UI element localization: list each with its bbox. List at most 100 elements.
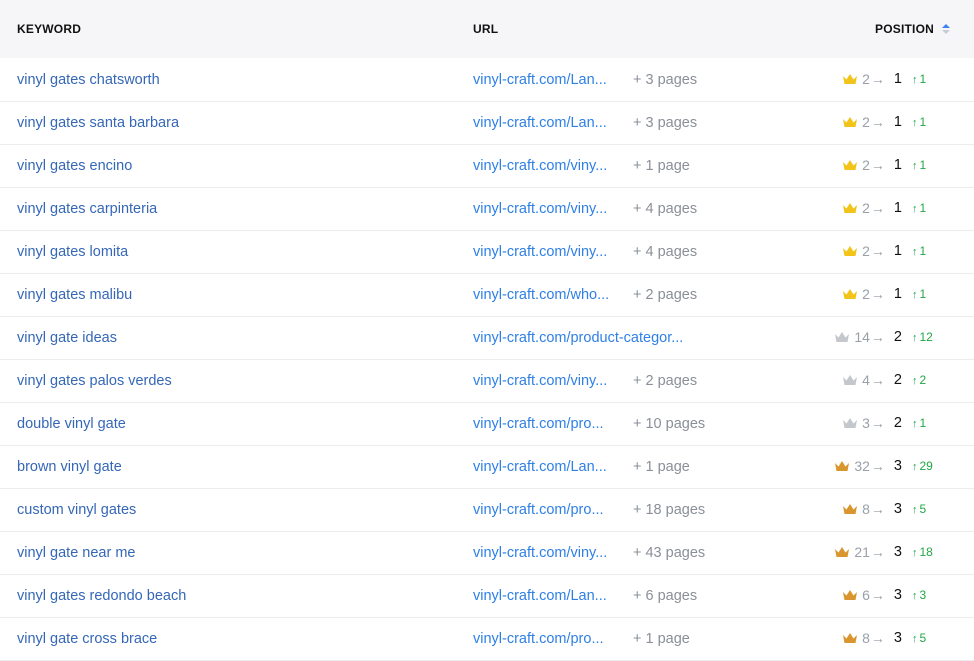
previous-position: 8 [862,630,870,646]
more-pages-link[interactable]: + 2 pages [633,287,697,303]
url-link[interactable]: vinyl-craft.com/Lan... [473,588,607,604]
position-cell: 3 → 2 ↑ 1 [842,415,938,431]
url-link[interactable]: vinyl-craft.com/viny... [473,545,607,561]
more-pages-link[interactable]: + 1 page [633,459,690,475]
arrow-up-icon: ↑ [912,418,918,430]
previous-position: 6 [862,587,870,603]
crown-icon [843,418,858,428]
arrow-right-icon: → [870,587,885,603]
table-row: vinyl gates chatsworth vinyl-craft.com/L… [0,59,974,102]
keyword-link[interactable]: vinyl gates carpinteria [17,201,157,217]
url-link[interactable]: vinyl-craft.com/viny... [473,158,607,174]
position-cell: 14 → 2 ↑ 12 [834,329,938,345]
position-cell: 8 → 3 ↑ 5 [842,630,938,646]
url-link[interactable]: vinyl-craft.com/pro... [473,631,604,647]
more-pages-link[interactable]: + 18 pages [633,502,705,518]
more-pages-link[interactable]: + 4 pages [633,244,697,260]
keyword-link[interactable]: vinyl gates chatsworth [17,72,160,88]
previous-position: 2 [862,286,870,302]
keyword-link[interactable]: vinyl gate cross brace [17,631,157,647]
arrow-right-icon: → [870,329,885,345]
position-change-value: 18 [919,545,933,559]
previous-position: 4 [862,372,870,388]
url-link[interactable]: vinyl-craft.com/Lan... [473,115,607,131]
position-change: ↑ 1 [912,72,938,86]
position-change: ↑ 29 [912,459,938,473]
arrow-right-icon: → [870,372,885,388]
more-pages-link[interactable]: + 3 pages [633,72,697,88]
position-change-value: 1 [919,287,927,301]
table-row: vinyl gate cross brace vinyl-craft.com/p… [0,618,974,661]
current-position: 2 [893,415,902,431]
current-position: 3 [893,458,902,474]
position-change-value: 2 [919,373,927,387]
current-position: 2 [893,372,902,388]
url-link[interactable]: vinyl-craft.com/who... [473,287,609,303]
previous-position: 2 [862,71,870,87]
position-change: ↑ 1 [912,158,938,172]
position-change: ↑ 5 [912,631,938,645]
url-link[interactable]: vinyl-craft.com/viny... [473,373,607,389]
position-change-value: 1 [919,72,927,86]
crown-icon [843,246,858,256]
rankings-table: KEYWORD URL POSITION vinyl gates chatswo… [0,0,974,661]
keyword-link[interactable]: vinyl gates lomita [17,244,128,260]
current-position: 1 [893,286,902,302]
keyword-column-header[interactable]: KEYWORD [17,22,81,36]
previous-position: 2 [862,200,870,216]
keyword-link[interactable]: brown vinyl gate [17,459,122,475]
arrow-right-icon: → [870,630,885,646]
keyword-link[interactable]: vinyl gates encino [17,158,132,174]
url-link[interactable]: vinyl-craft.com/Lan... [473,459,607,475]
url-link[interactable]: vinyl-craft.com/Lan... [473,72,607,88]
url-link[interactable]: vinyl-craft.com/viny... [473,244,607,260]
more-pages-link[interactable]: + 2 pages [633,373,697,389]
crown-icon [843,375,858,385]
more-pages-link[interactable]: + 10 pages [633,416,705,432]
arrow-right-icon: → [870,415,885,431]
url-link[interactable]: vinyl-craft.com/product-categor... [473,330,683,346]
more-pages-link[interactable]: + 1 page [633,158,690,174]
current-position: 1 [893,243,902,259]
crown-icon [843,203,858,213]
position-change-value: 12 [919,330,933,344]
keyword-link[interactable]: vinyl gate ideas [17,330,117,346]
keyword-link[interactable]: vinyl gates santa barbara [17,115,179,131]
arrow-right-icon: → [870,71,885,87]
previous-position: 21 [854,544,870,560]
arrow-up-icon: ↑ [912,289,918,301]
keyword-link[interactable]: custom vinyl gates [17,502,136,518]
current-position: 3 [893,587,902,603]
table-row: vinyl gate near me vinyl-craft.com/viny.… [0,532,974,575]
arrow-up-icon: ↑ [912,203,918,215]
current-position: 3 [893,544,902,560]
keyword-link[interactable]: vinyl gates redondo beach [17,588,186,604]
table-body: vinyl gates chatsworth vinyl-craft.com/L… [0,59,974,661]
arrow-right-icon: → [870,458,885,474]
more-pages-link[interactable]: + 4 pages [633,201,697,217]
keyword-link[interactable]: vinyl gate near me [17,545,135,561]
table-row: custom vinyl gates vinyl-craft.com/pro..… [0,489,974,532]
url-link[interactable]: vinyl-craft.com/pro... [473,416,604,432]
position-column-header[interactable]: POSITION [875,22,950,36]
arrow-right-icon: → [870,286,885,302]
url-link[interactable]: vinyl-craft.com/viny... [473,201,607,217]
url-column-header[interactable]: URL [473,22,498,36]
more-pages-link[interactable]: + 3 pages [633,115,697,131]
more-pages-link[interactable]: + 43 pages [633,545,705,561]
position-change-value: 1 [919,416,927,430]
keyword-link[interactable]: double vinyl gate [17,416,126,432]
table-row: vinyl gates santa barbara vinyl-craft.co… [0,102,974,145]
more-pages-link[interactable]: + 6 pages [633,588,697,604]
sort-ascending-icon[interactable] [942,24,950,34]
position-change: ↑ 2 [912,373,938,387]
url-link[interactable]: vinyl-craft.com/pro... [473,502,604,518]
arrow-up-icon: ↑ [912,74,918,86]
crown-icon [843,160,858,170]
position-cell: 2 → 1 ↑ 1 [842,243,938,259]
keyword-link[interactable]: vinyl gates malibu [17,287,132,303]
crown-icon [835,461,850,471]
keyword-link[interactable]: vinyl gates palos verdes [17,373,172,389]
position-change-value: 5 [919,631,927,645]
more-pages-link[interactable]: + 1 page [633,631,690,647]
